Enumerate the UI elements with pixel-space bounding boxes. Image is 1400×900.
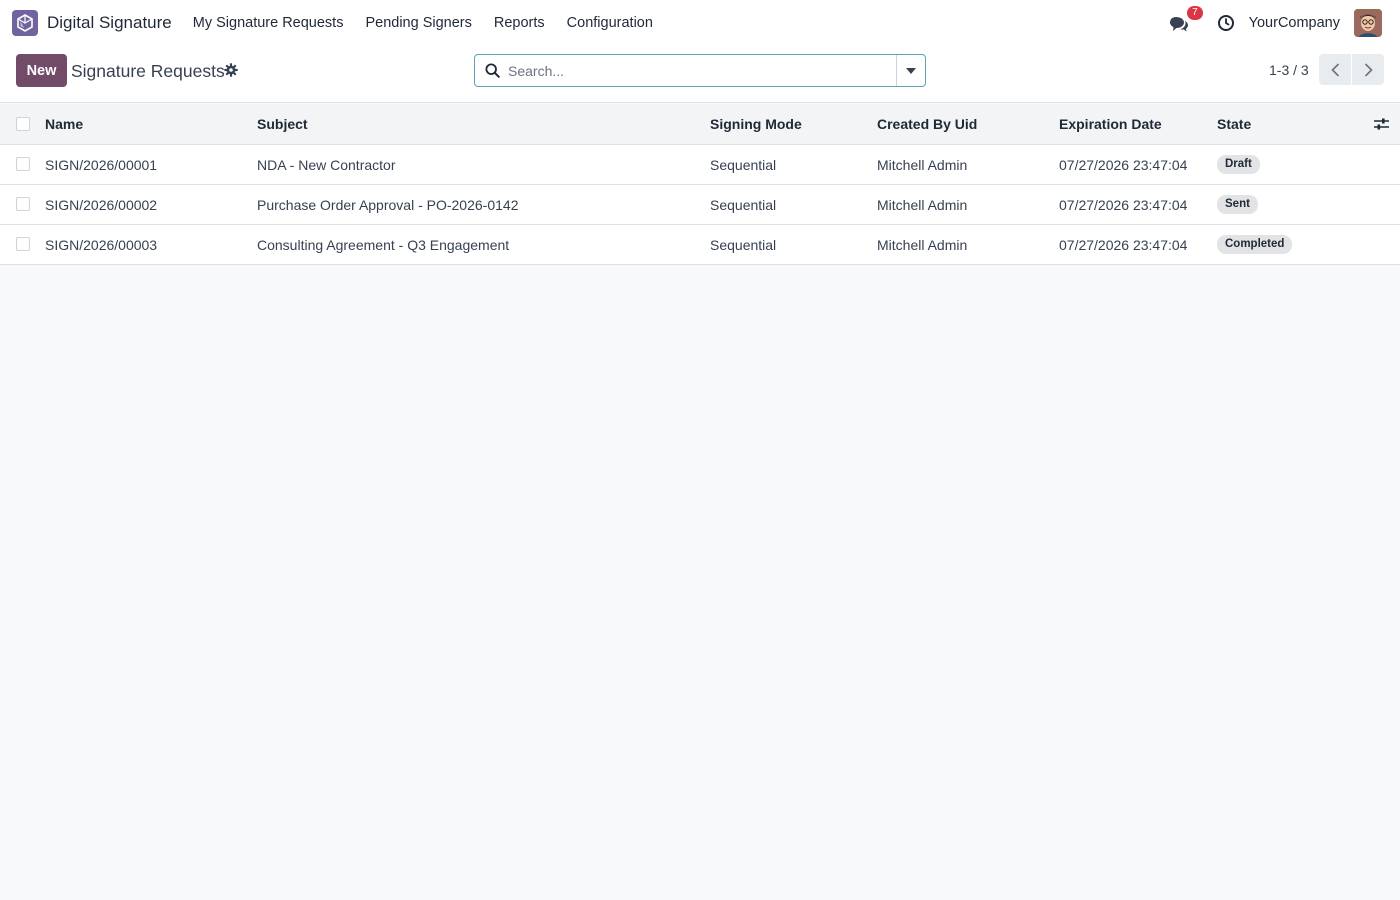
- page-title[interactable]: Signature Requests: [71, 61, 225, 82]
- control-panel: New Signature Requests 1-3 / 3: [0, 46, 1400, 103]
- row-checkbox[interactable]: [16, 197, 30, 211]
- select-all-checkbox[interactable]: [16, 117, 30, 131]
- table-row[interactable]: SIGN/2026/00003 Consulting Agreement - Q…: [0, 225, 1400, 265]
- cell-signing-mode: Sequential: [710, 157, 777, 173]
- records-table: Name Subject Signing Mode Created By Uid…: [0, 104, 1400, 265]
- navbar-systray: 7 YourCompany: [1169, 0, 1382, 46]
- new-button[interactable]: New: [16, 54, 67, 87]
- cell-state: Sent: [1217, 185, 1258, 225]
- caret-down-icon: [906, 67, 916, 74]
- cell-subject: NDA - New Contractor: [257, 157, 396, 173]
- column-header-name[interactable]: Name: [45, 104, 83, 145]
- column-header-created-by[interactable]: Created By Uid: [877, 104, 977, 145]
- status-badge: Draft: [1217, 154, 1260, 174]
- cell-subject: Consulting Agreement - Q3 Engagement: [257, 237, 510, 253]
- cell-name: SIGN/2026/00003: [45, 237, 158, 253]
- row-checkbox[interactable]: [16, 157, 30, 171]
- column-header-expiration-date[interactable]: Expiration Date: [1059, 104, 1162, 145]
- top-navbar: Digital Signature My Signature Requests …: [0, 0, 1400, 46]
- menu-reports[interactable]: Reports: [494, 15, 545, 31]
- pager-previous-button[interactable]: [1319, 54, 1351, 85]
- user-avatar[interactable]: [1354, 9, 1382, 37]
- cell-expiration-date: 07/27/2026 23:47:04: [1059, 197, 1188, 213]
- gear-icon[interactable]: [224, 63, 238, 77]
- cell-created-by: Mitchell Admin: [877, 157, 968, 173]
- menu-configuration[interactable]: Configuration: [567, 15, 653, 31]
- table-row[interactable]: SIGN/2026/00002 Purchase Order Approval …: [0, 185, 1400, 225]
- menu-my-signature-requests[interactable]: My Signature Requests: [193, 15, 344, 31]
- cell-name: SIGN/2026/00002: [45, 197, 158, 213]
- table-row[interactable]: SIGN/2026/00001 NDA - New Contractor Seq…: [0, 145, 1400, 185]
- cell-signing-mode: Sequential: [710, 197, 777, 213]
- search-input[interactable]: [508, 62, 896, 79]
- search-bar: [474, 54, 926, 87]
- cell-expiration-date: 07/27/2026 23:47:04: [1059, 157, 1188, 173]
- app-name[interactable]: Digital Signature: [47, 13, 172, 33]
- pager-value[interactable]: 1-3 / 3: [1269, 62, 1309, 78]
- search-options-toggle[interactable]: [896, 55, 925, 86]
- chat-icon: [1169, 17, 1188, 32]
- row-checkbox[interactable]: [16, 237, 30, 251]
- messages-button[interactable]: 7: [1169, 6, 1203, 34]
- table-header: Name Subject Signing Mode Created By Uid…: [0, 104, 1400, 145]
- search-icon: [485, 63, 500, 78]
- company-switcher[interactable]: YourCompany: [1249, 15, 1340, 31]
- column-header-signing-mode[interactable]: Signing Mode: [710, 104, 802, 145]
- clock-icon[interactable]: [1217, 14, 1235, 32]
- menu-pending-signers[interactable]: Pending Signers: [365, 15, 471, 31]
- cell-subject: Purchase Order Approval - PO-2026-0142: [257, 197, 519, 213]
- cell-created-by: Mitchell Admin: [877, 197, 968, 213]
- column-settings-icon[interactable]: [1374, 117, 1389, 131]
- column-header-state[interactable]: State: [1217, 104, 1251, 145]
- chevron-right-icon: [1364, 62, 1373, 77]
- app-logo-icon[interactable]: [12, 10, 38, 36]
- cell-created-by: Mitchell Admin: [877, 237, 968, 253]
- pager-next-button[interactable]: [1352, 54, 1384, 85]
- cell-state: Draft: [1217, 145, 1260, 185]
- messages-badge: 7: [1187, 6, 1203, 20]
- cell-expiration-date: 07/27/2026 23:47:04: [1059, 237, 1188, 253]
- cell-signing-mode: Sequential: [710, 237, 777, 253]
- status-badge: Completed: [1217, 234, 1293, 254]
- chevron-left-icon: [1330, 62, 1339, 77]
- status-badge: Sent: [1217, 194, 1258, 214]
- cell-name: SIGN/2026/00001: [45, 157, 158, 173]
- cell-state: Completed: [1217, 225, 1293, 265]
- column-header-subject[interactable]: Subject: [257, 104, 308, 145]
